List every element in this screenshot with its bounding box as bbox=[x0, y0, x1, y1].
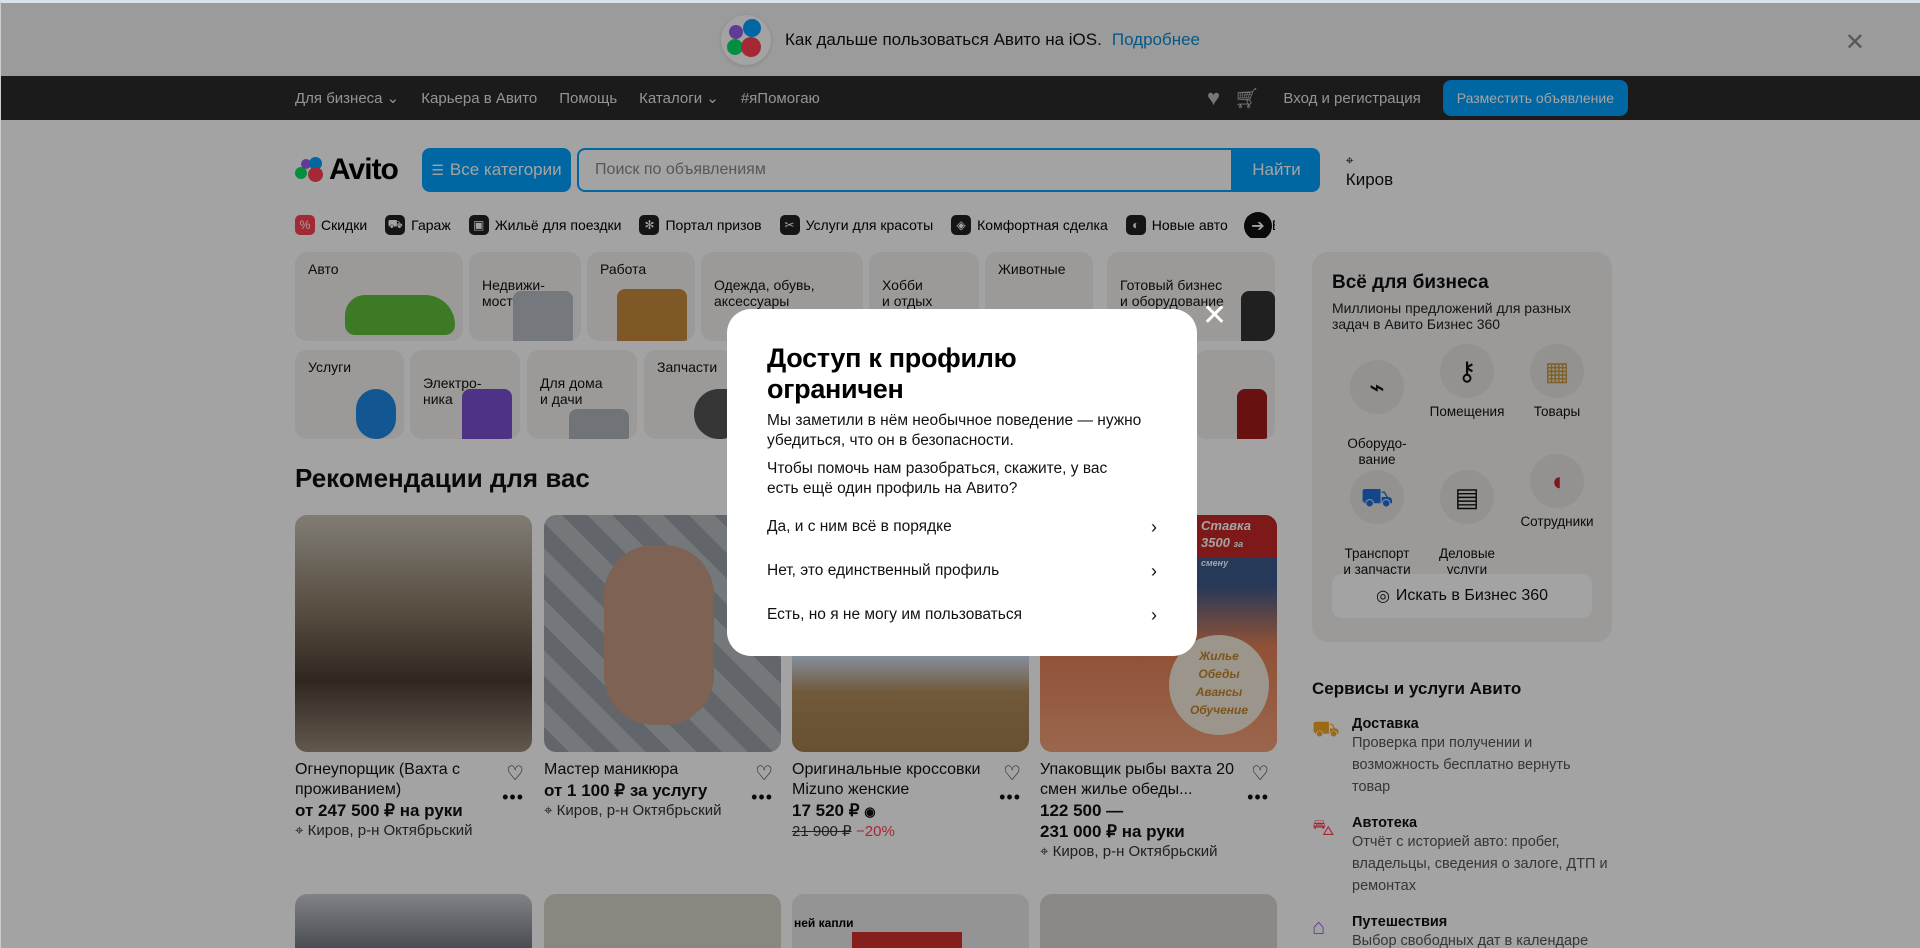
chevron-right-icon: › bbox=[1151, 560, 1157, 581]
page: Как дальше пользоваться Авито на iOS. По… bbox=[0, 0, 1920, 948]
modal-option-label: Есть, но я не могу им пользоваться bbox=[767, 606, 1022, 623]
modal-text: Мы заметили в нём необычное поведение — … bbox=[767, 412, 1142, 449]
modal-option-label: Да, и с ним всё в порядке bbox=[767, 518, 952, 535]
modal-options: Да, и с ним всё в порядке › Нет, это еди… bbox=[767, 505, 1157, 637]
chevron-right-icon: › bbox=[1151, 604, 1157, 625]
modal-close-icon[interactable]: ✕ bbox=[1202, 301, 1227, 331]
modal-option-label: Нет, это единственный профиль bbox=[767, 562, 1000, 579]
profile-restricted-modal: Доступ к профилю ограничен Мы заметили в… bbox=[727, 309, 1197, 656]
modal-option-yes[interactable]: Да, и с ним всё в порядке › bbox=[767, 505, 1157, 549]
modal-option-no[interactable]: Нет, это единственный профиль › bbox=[767, 549, 1157, 593]
chevron-right-icon: › bbox=[1151, 516, 1157, 537]
modal-title: Доступ к профилю ограничен bbox=[767, 343, 1017, 404]
modal-question: Чтобы помочь нам разобраться, скажите, у… bbox=[767, 460, 1108, 497]
modal-option-cant-use[interactable]: Есть, но я не могу им пользоваться › bbox=[767, 593, 1157, 637]
